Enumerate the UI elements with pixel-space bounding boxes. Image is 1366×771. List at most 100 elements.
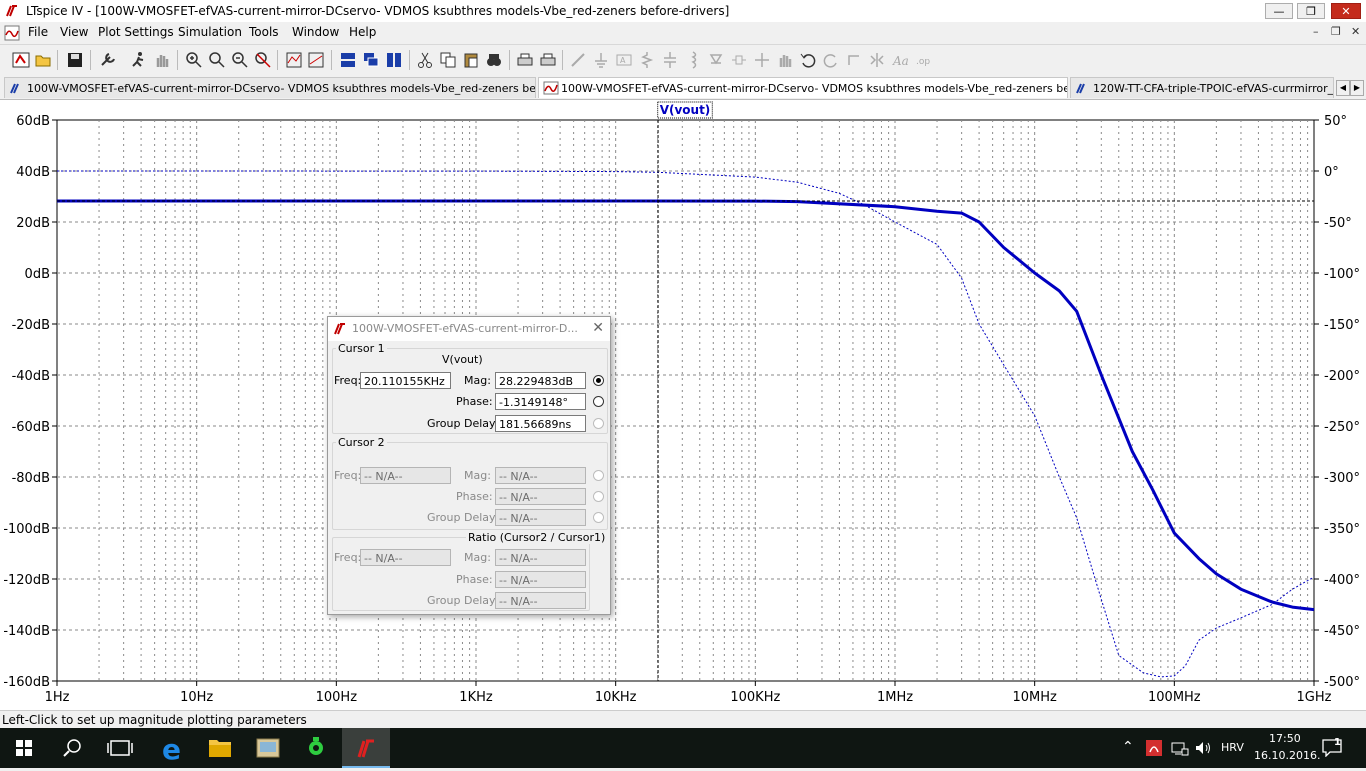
x-tick-label[interactable]: 100KHz [730,690,780,705]
x-tick-label[interactable]: 100Hz [316,690,358,705]
y-left-tick-label[interactable]: -100dB [3,522,50,537]
y-right-tick-label[interactable]: -150° [1324,318,1360,333]
y-right-tick-label[interactable]: -350° [1324,522,1360,537]
y-left-tick-label[interactable]: -160dB [3,675,50,690]
x-tick-label[interactable]: 1MHz [877,690,913,705]
halt-icon[interactable] [153,51,171,69]
print-preview-icon[interactable] [539,51,557,69]
menu-view[interactable]: View [60,25,88,39]
x-tick-label[interactable]: 100MHz [1148,690,1201,705]
open-file-icon[interactable] [34,51,52,69]
tab-schematic-120w[interactable]: 120W-TT-CFA-triple-TPOIC-efVAS-currmirro… [1070,77,1334,98]
tray-language[interactable]: HRV [1221,741,1244,754]
mdi-restore-button[interactable]: ❐ [1331,25,1341,38]
ltspice-taskbar-button[interactable] [342,728,390,768]
y-right-tick-label[interactable]: -50° [1324,216,1352,231]
tab-scroll-right-button[interactable]: ▶ [1350,80,1364,96]
cut-icon[interactable] [416,51,434,69]
menu-tools[interactable]: Tools [249,25,279,39]
y-left-tick-label[interactable]: -80dB [12,471,50,486]
cursor1-group-delay-radio[interactable] [593,418,604,429]
search-button[interactable] [48,728,96,768]
x-tick-label[interactable]: 1GHz [1297,690,1332,705]
y-right-tick-label[interactable]: -400° [1324,573,1360,588]
zoom-out-icon[interactable] [231,51,249,69]
tab-schematic-100w[interactable]: 100W-VMOSFET-efVAS-current-mirror-DCserv… [4,77,536,98]
tray-date[interactable]: 16.10.2016. [1254,749,1320,762]
zoom-fit-icon[interactable] [254,51,272,69]
edge-taskbar-button[interactable]: e [148,728,196,768]
y-right-tick-label[interactable]: 50° [1324,114,1347,129]
trace-name-label[interactable]: V(vout) [660,103,711,117]
tray-network-icon[interactable] [1171,740,1189,756]
task-view-button[interactable] [96,728,144,768]
find-icon[interactable] [485,51,503,69]
cursor1-freq-field[interactable]: 20.110155KHz [360,372,451,389]
tray-acrobat-icon[interactable] [1146,740,1162,756]
tray-show-hidden-icon[interactable]: ⌃ [1122,739,1134,755]
zoom-in-icon[interactable] [185,51,203,69]
y-right-tick-label[interactable]: 0° [1324,165,1339,180]
y-right-tick-label[interactable]: -250° [1324,420,1360,435]
tab-scroll-left-button[interactable]: ◀ [1336,80,1350,96]
undo-icon[interactable] [799,51,817,69]
cascade-icon[interactable] [362,51,380,69]
x-tick-label[interactable]: 1KHz [459,690,493,705]
open-schematic-icon[interactable] [12,51,30,69]
x-tick-label[interactable]: 10MHz [1012,690,1057,705]
dialog-title-bar[interactable]: 100W-VMOSFET-efVAS-current-mirror-D... ✕ [328,317,610,341]
maximize-button[interactable]: ❐ [1297,3,1325,19]
tile-horizontal-icon[interactable] [339,51,357,69]
y-left-tick-label[interactable]: -120dB [3,573,50,588]
y-right-tick-label[interactable]: -450° [1324,624,1360,639]
cursor1-phase-radio[interactable] [593,396,604,407]
y-left-tick-label[interactable]: 40dB [16,165,50,180]
dialog-close-button[interactable]: ✕ [592,320,604,336]
menu-file[interactable]: File [28,25,48,39]
menu-help[interactable]: Help [349,25,376,39]
x-tick-label[interactable]: 1Hz [45,690,70,705]
y-left-tick-label[interactable]: -60dB [12,420,50,435]
y-left-tick-label[interactable]: 20dB [16,216,50,231]
autorange-icon[interactable] [285,51,303,69]
menu-window[interactable]: Window [292,25,339,39]
cursor1-group-delay-field[interactable]: 181.56689ns [495,415,586,432]
y-right-tick-label[interactable]: -300° [1324,471,1360,486]
control-panel-icon[interactable] [99,51,117,69]
menu-simulation[interactable]: Simulation [178,25,242,39]
plot-window[interactable]: 60dB 40dB 20dB 0dB -20dB -40dB -60dB -80dB -100d… [0,100,1366,710]
paste-icon[interactable] [462,51,480,69]
file-explorer-taskbar-button[interactable] [196,728,244,768]
green-app-taskbar-button[interactable] [292,728,340,768]
cursor1-mag-radio[interactable] [593,375,604,386]
y-right-tick-label[interactable]: -500° [1324,675,1360,690]
menu-plot-settings[interactable]: Plot Settings [98,25,174,39]
waveform-doc-icon[interactable] [4,25,20,41]
tab-waveform-100w[interactable]: 100W-VMOSFET-efVAS-current-mirror-DCserv… [538,77,1068,98]
print-icon[interactable] [516,51,534,69]
y-right-tick-label[interactable]: -100° [1324,267,1360,282]
y-left-tick-label[interactable]: -40dB [12,369,50,384]
cursor1-mag-field[interactable]: 28.229483dB [495,372,586,389]
tray-volume-icon[interactable] [1195,740,1213,756]
close-button[interactable]: ✕ [1331,3,1361,19]
mdi-minimize-button[interactable]: – [1313,25,1319,38]
add-trace-icon[interactable] [307,51,325,69]
pan-icon[interactable] [208,51,226,69]
minimize-button[interactable]: — [1265,3,1293,19]
save-icon[interactable] [66,51,84,69]
mdi-close-button[interactable]: ✕ [1351,25,1360,38]
start-button[interactable] [0,728,48,768]
y-left-tick-label[interactable]: -20dB [12,318,50,333]
control-panel-taskbar-button[interactable] [244,728,292,768]
copy-icon[interactable] [439,51,457,69]
x-tick-label[interactable]: 10KHz [595,690,637,705]
tray-time[interactable]: 17:50 [1269,732,1301,745]
y-left-tick-label[interactable]: 60dB [16,114,50,129]
cursor1-phase-field[interactable]: -1.3149148° [495,393,586,410]
bode-plot[interactable]: 60dB 40dB 20dB 0dB -20dB -40dB -60dB -80dB -100d… [0,100,1366,710]
tile-vertical-icon[interactable] [385,51,403,69]
x-tick-label[interactable]: 10Hz [180,690,213,705]
y-left-tick-label[interactable]: 0dB [25,267,50,282]
y-right-tick-label[interactable]: -200° [1324,369,1360,384]
